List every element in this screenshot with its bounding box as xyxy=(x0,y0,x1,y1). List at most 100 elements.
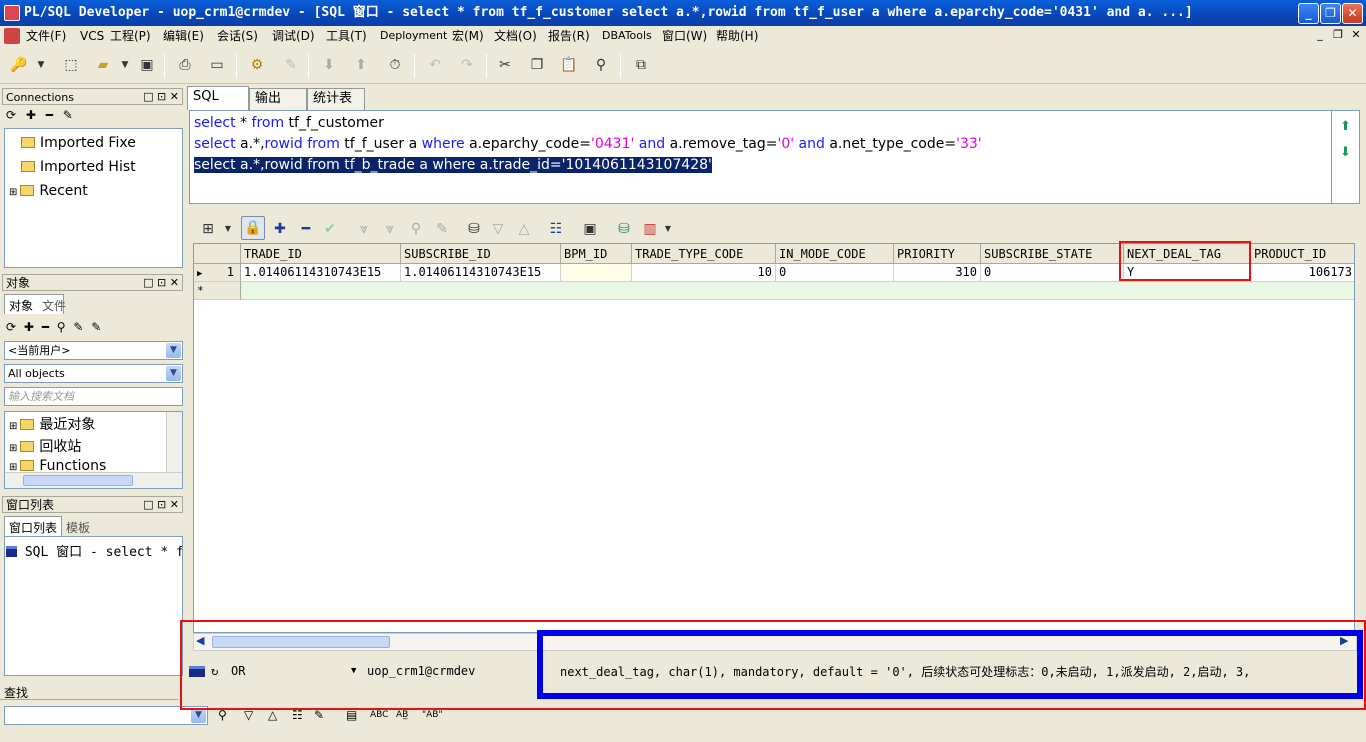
tab-statistics[interactable]: 统计表 xyxy=(307,88,365,110)
tree-item[interactable]: Imported Fixe xyxy=(21,135,136,151)
tree-item[interactable]: ⊞ Recent xyxy=(9,183,88,199)
find-icon[interactable]: ⚲ xyxy=(218,708,227,722)
menu-window[interactable]: 窗口(W) xyxy=(662,26,707,46)
open-folder-icon[interactable]: ▰ xyxy=(94,56,112,74)
object-search-input[interactable]: 输入搜索文档 xyxy=(4,387,183,406)
new-row-marker[interactable]: * xyxy=(194,282,241,300)
cut-icon[interactable]: ✂ xyxy=(496,56,514,74)
lock-icon[interactable]: 🔒 xyxy=(241,216,265,240)
panel-buttons[interactable]: □ ⊡ ✕ xyxy=(143,275,179,291)
grid-cell[interactable]: 0 xyxy=(776,264,894,282)
dropdown-arrow-icon[interactable]: ▼ xyxy=(32,56,50,74)
chevron-down-icon[interactable]: ▼ xyxy=(191,708,206,723)
find-all-icon[interactable]: ☷ xyxy=(292,708,303,722)
objects-toolbar[interactable]: ⟳ ✚ ━ ⚲ ✎ ✎ xyxy=(6,320,103,334)
tab-files[interactable]: 文件 xyxy=(40,296,72,314)
object-type-select[interactable]: All objects ▼ xyxy=(4,364,183,383)
tree-item[interactable]: Imported Hist xyxy=(21,159,136,175)
vertical-scrollbar[interactable] xyxy=(166,412,182,472)
save-icon[interactable]: ▣ xyxy=(581,220,599,238)
row-header[interactable]: ▶ 1 xyxy=(194,264,241,282)
execute-icon[interactable]: ⚙ xyxy=(248,56,266,74)
windows-icon[interactable]: ⧉ xyxy=(632,56,650,74)
regex-icon[interactable]: "AB" xyxy=(422,710,443,720)
arrow-up-icon[interactable]: ⬆ xyxy=(1340,119,1351,134)
mdi-restore-button[interactable]: ❐ xyxy=(1330,28,1346,41)
chart-icon[interactable]: ▥ xyxy=(641,220,659,238)
chevron-down-icon[interactable]: ▼ xyxy=(166,343,181,358)
dropdown-arrow-icon[interactable]: ▼ xyxy=(659,220,677,238)
timer-icon[interactable]: ⏱ xyxy=(386,56,404,74)
menu-edit[interactable]: 编辑(E) xyxy=(163,26,204,46)
menu-project[interactable]: 工程(P) xyxy=(110,26,151,46)
find-previous-icon[interactable]: △ xyxy=(268,708,277,722)
copy-icon[interactable]: ❐ xyxy=(528,56,546,74)
column-header[interactable]: PRODUCT_ID xyxy=(1251,244,1354,264)
panel-buttons[interactable]: □ ⊡ ✕ xyxy=(143,497,179,513)
key-icon[interactable]: 🔑 xyxy=(10,56,28,74)
grid-cell[interactable]: 10 xyxy=(632,264,776,282)
sql-editor[interactable]: select * from tf_f_customer select a.*,r… xyxy=(189,110,1332,204)
tab-window-list[interactable]: 窗口列表 xyxy=(4,516,62,536)
column-header[interactable]: BPM_ID xyxy=(561,244,632,264)
window-list-item[interactable]: SQL 窗口 - select * f xyxy=(6,541,182,560)
grid-cell[interactable]: 310 xyxy=(894,264,981,282)
user-select[interactable]: <当前用户> ▼ xyxy=(4,341,183,360)
menu-vcs[interactable]: VCS xyxy=(80,26,104,46)
whole-word-icon[interactable]: AB̲ xyxy=(396,710,408,720)
print-icon[interactable]: ⎙ xyxy=(176,56,194,74)
single-record-icon[interactable]: ☷ xyxy=(547,220,565,238)
close-button[interactable]: ✕ xyxy=(1342,3,1363,24)
selection-icon[interactable]: ▤ xyxy=(346,708,357,722)
tree-item[interactable]: ⊞ Functions xyxy=(9,458,106,472)
column-header[interactable]: IN_MODE_CODE xyxy=(776,244,894,264)
menu-report[interactable]: 报告(R) xyxy=(548,26,590,46)
tree-item[interactable]: ⊞ 回收站 xyxy=(9,436,81,456)
find-next-icon[interactable]: ▽ xyxy=(244,708,253,722)
panel-buttons[interactable]: □ ⊡ ✕ xyxy=(143,89,179,105)
find-icon[interactable]: ⚲ xyxy=(592,56,610,74)
chevron-down-icon[interactable]: ▼ xyxy=(166,366,181,381)
new-icon[interactable]: ⬚ xyxy=(62,56,80,74)
new-row[interactable] xyxy=(241,282,1354,300)
menu-deployment[interactable]: Deployment xyxy=(380,26,447,46)
menu-help[interactable]: 帮助(H) xyxy=(716,26,758,46)
menu-file[interactable]: 文件(F) xyxy=(26,26,66,46)
menu-document[interactable]: 文档(O) xyxy=(494,26,537,46)
column-header[interactable]: SUBSCRIBE_ID xyxy=(401,244,561,264)
column-header[interactable]: SUBSCRIBE_STATE xyxy=(981,244,1124,264)
add-row-icon[interactable]: ✚ xyxy=(271,220,289,238)
clear-highlight-icon[interactable]: ✎ xyxy=(314,708,324,722)
grid-cell[interactable]: 106173 xyxy=(1251,264,1354,282)
find-input[interactable]: ▼ xyxy=(4,706,208,725)
horizontal-scrollbar[interactable] xyxy=(5,472,182,488)
paste-icon[interactable]: 📋 xyxy=(560,56,578,74)
mdi-minimize-button[interactable]: _ xyxy=(1312,28,1328,41)
column-header[interactable]: TRADE_ID xyxy=(241,244,401,264)
maximize-button[interactable]: ❐ xyxy=(1320,3,1341,24)
delete-row-icon[interactable]: ━ xyxy=(297,220,315,238)
menu-dbatools[interactable]: DBATools xyxy=(602,26,652,46)
dropdown-arrow-icon[interactable]: ▼ xyxy=(116,56,134,74)
menu-macro[interactable]: 宏(M) xyxy=(452,26,484,46)
menu-session[interactable]: 会话(S) xyxy=(217,26,258,46)
grid-cell[interactable] xyxy=(561,264,632,282)
dropdown-arrow-icon[interactable]: ▼ xyxy=(219,220,237,238)
print-preview-icon[interactable]: ▭ xyxy=(208,56,226,74)
mdi-close-button[interactable]: ✕ xyxy=(1348,28,1364,41)
grid-cell[interactable]: 1.01406114310743E15 xyxy=(401,264,561,282)
export-icon[interactable]: ⛁ xyxy=(465,220,483,238)
tab-sql[interactable]: SQL xyxy=(187,86,249,110)
connections-toolbar[interactable]: ⟳ ✚ ━ ✎ xyxy=(6,108,76,122)
arrow-down-icon[interactable]: ⬇ xyxy=(1340,145,1351,160)
minimize-button[interactable]: _ xyxy=(1298,3,1319,24)
menu-tools[interactable]: 工具(T) xyxy=(326,26,367,46)
column-header[interactable]: PRIORITY xyxy=(894,244,981,264)
grid-icon[interactable]: ⊞ xyxy=(199,220,217,238)
save-icon[interactable]: ▣ xyxy=(138,56,156,74)
grid-cell[interactable]: 1.01406114310743E15 xyxy=(241,264,401,282)
tree-item[interactable]: ⊞ 最近对象 xyxy=(9,414,95,434)
grid-cell[interactable]: 0 xyxy=(981,264,1124,282)
tab-output[interactable]: 输出 xyxy=(249,88,307,110)
tab-templates[interactable]: 模板 xyxy=(64,518,100,536)
